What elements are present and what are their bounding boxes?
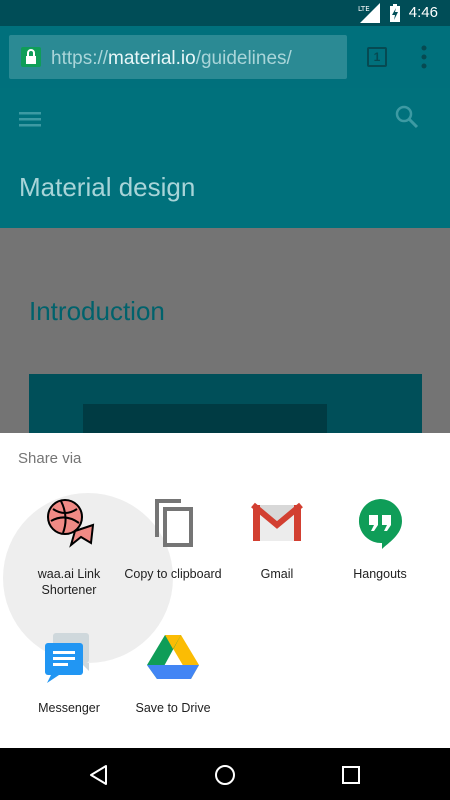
url-path: /guidelines/ [195, 48, 292, 69]
url-bar[interactable]: https://material.io/guidelines/ [9, 35, 347, 79]
share-option-label: Gmail [260, 567, 294, 581]
tab-switcher-button[interactable]: 1 [367, 47, 387, 67]
copy-icon [155, 499, 193, 547]
battery-icon [390, 4, 400, 22]
hangouts-icon [358, 499, 402, 549]
page-content: Introduction [0, 228, 450, 434]
share-option-waa-ai[interactable]: waa.ai Link Shortener [3, 493, 173, 663]
share-option-hangouts[interactable]: Hangouts [324, 495, 436, 615]
status-bar: LTE 4:46 [0, 0, 450, 26]
system-nav-bar [0, 748, 450, 800]
browser-toolbar: https://material.io/guidelines/ 1 [0, 26, 450, 88]
lock-icon [21, 47, 41, 67]
back-icon[interactable] [86, 762, 112, 788]
share-option-label: Save to Drive [135, 701, 211, 715]
share-option-save-to-drive[interactable]: Save to Drive [117, 629, 229, 749]
share-sheet: Share via waa.ai Link Shortener Copy to … [0, 433, 450, 748]
hamburger-menu-icon[interactable] [19, 109, 43, 129]
share-option-label: Copy to clipboard [124, 567, 222, 581]
share-option-label: waa.ai Link Shortener [37, 567, 101, 597]
intro-heading: Introduction [29, 296, 165, 326]
url-prefix: https:// [51, 48, 109, 69]
url-host: material.io [108, 48, 196, 69]
more-options-icon[interactable] [420, 44, 428, 70]
tab-count: 1 [373, 50, 381, 64]
lte-signal-icon: LTE [358, 3, 380, 23]
hero-block [29, 374, 422, 434]
share-sheet-title: Share via [18, 450, 82, 467]
share-option-gmail[interactable]: Gmail [221, 495, 333, 615]
waa-ai-icon [47, 499, 95, 548]
messenger-icon [45, 633, 89, 683]
share-option-label: Hangouts [353, 567, 407, 581]
hero-inner [83, 404, 327, 434]
recents-icon[interactable] [338, 762, 364, 788]
share-option-messenger[interactable]: Messenger [13, 629, 125, 749]
share-option-copy-to-clipboard[interactable]: Copy to clipboard [117, 495, 229, 615]
share-option-label: Messenger [38, 701, 100, 715]
gmail-icon [251, 502, 303, 541]
drive-icon [147, 635, 199, 679]
search-icon[interactable] [394, 104, 420, 130]
page-title: Material design [19, 172, 196, 202]
page-header: Material design [0, 88, 450, 228]
status-time: 4:46 [408, 4, 438, 21]
network-label: LTE [358, 5, 370, 13]
home-icon[interactable] [212, 762, 238, 788]
url-text: https://material.io/guidelines/ [51, 48, 292, 70]
